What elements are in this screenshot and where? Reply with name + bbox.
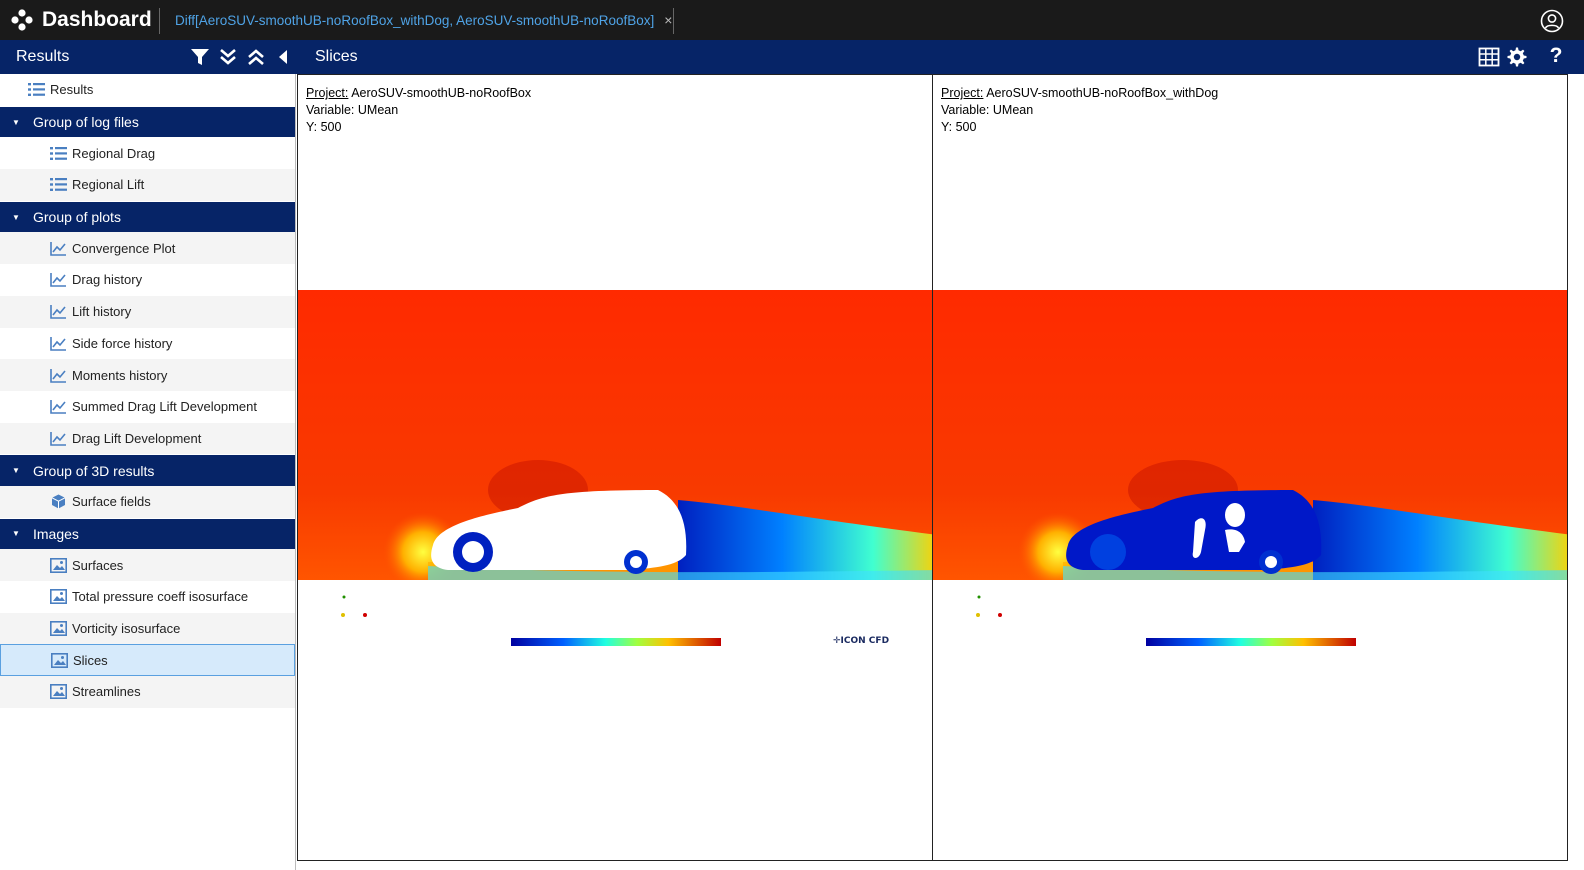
app-title: Dashboard [42, 8, 152, 31]
sidebar-item-label: Summed Drag Lift Development [72, 399, 257, 415]
sidebar-item-lift-history[interactable]: Lift history [0, 295, 295, 328]
slice-image [933, 290, 1567, 650]
panel-info: Project: AeroSUV-smoothUB-noRoofBox Vari… [306, 85, 531, 136]
sidebar-item-vorticity-isosurface[interactable]: Vorticity isosurface [0, 612, 295, 645]
expand-all-icon[interactable] [217, 46, 239, 68]
list-icon [50, 146, 67, 160]
project-label: Project: [306, 86, 349, 100]
svg-text:✛ICON CFD: ✛ICON CFD [833, 636, 889, 646]
sidebar-item-label: Surfaces [72, 557, 124, 573]
sidebar-item-label: Streamlines [72, 684, 141, 700]
group-header-images[interactable]: ▼ Images [0, 517, 295, 550]
account-icon[interactable] [1540, 9, 1564, 33]
project-name: AeroSUV-smoothUB-noRoofBox [351, 86, 532, 100]
panel-info: Project: AeroSUV-smoothUB-noRoofBox_with… [941, 85, 1218, 136]
tab-close-icon[interactable]: × [664, 12, 672, 28]
sidebar-item-summed-drag-lift-development[interactable]: Summed Drag Lift Development [0, 390, 295, 423]
gear-icon[interactable] [1506, 46, 1528, 68]
project-label: Project: [941, 86, 984, 100]
group-header-log-files[interactable]: ▼ Group of log files [0, 105, 295, 138]
caret-down-icon: ▼ [12, 466, 20, 476]
navigation-bar: Results Slices ? [0, 40, 1584, 74]
dashboard-logo-icon [11, 9, 33, 31]
list-icon [50, 178, 67, 192]
sidebar-item-label: Surface fields [72, 494, 151, 510]
group-label: Group of plots [33, 209, 121, 226]
line-chart-icon [50, 431, 66, 446]
sidebar-item-label: Convergence Plot [72, 240, 176, 256]
line-chart-icon [50, 400, 66, 415]
sidebar-item-drag-lift-development[interactable]: Drag Lift Development [0, 422, 295, 455]
sidebar-item-slices[interactable]: Slices [0, 644, 295, 677]
results-panel-title: Results [16, 48, 70, 65]
list-icon [28, 83, 45, 97]
sidebar-item-label: Slices [73, 652, 108, 668]
sidebar-item-side-force-history[interactable]: Side force history [0, 327, 295, 360]
sidebar-item-surface-fields[interactable]: Surface fields [0, 485, 295, 518]
sidebar-item-streamlines[interactable]: Streamlines [0, 676, 295, 708]
caret-down-icon: ▼ [12, 212, 20, 222]
brand[interactable]: Dashboard [10, 0, 152, 40]
sidebar-item-label: Side force history [72, 335, 173, 351]
variable-label: Variable: UMean [306, 103, 399, 117]
divider [673, 8, 674, 34]
sidebar-item-label: Regional Drag [72, 145, 156, 161]
collapse-all-icon[interactable] [245, 46, 267, 68]
sidebar-item-label: Vorticity isosurface [72, 621, 181, 637]
group-header-plots[interactable]: ▼ Group of plots [0, 200, 295, 233]
page-title: Slices [315, 48, 358, 65]
group-label: Images [33, 525, 79, 542]
tab-label[interactable]: Diff[AeroSUV-smoothUB-noRoofBox_withDog,… [175, 13, 654, 28]
diff-tab[interactable]: Diff[AeroSUV-smoothUB-noRoofBox_withDog,… [175, 0, 672, 40]
grid-layout-icon[interactable] [1478, 46, 1500, 68]
y-position-label: Y: 500 [306, 120, 342, 134]
sidebar-item-label: Results [50, 82, 94, 98]
sidebar-item-label: Drag history [72, 272, 143, 288]
image-icon [50, 557, 67, 573]
slice-panel-right[interactable]: Project: AeroSUV-smoothUB-noRoofBox_with… [932, 74, 1568, 861]
sidebar-item-moments-history[interactable]: Moments history [0, 359, 295, 391]
filter-icon[interactable] [189, 46, 211, 68]
project-name: AeroSUV-smoothUB-noRoofBox_withDog [986, 86, 1219, 100]
help-icon[interactable]: ? [1545, 44, 1567, 67]
sidebar-item-regional-lift[interactable]: Regional Lift [0, 169, 295, 201]
cube-icon [51, 494, 66, 509]
sidebar-item-label: Lift history [72, 304, 132, 320]
sidebar-item-label: Moments history [72, 367, 168, 383]
results-sidebar: Results ▼ Group of log files Regional Dr… [0, 74, 296, 870]
y-position-label: Y: 500 [941, 120, 977, 134]
image-icon [51, 652, 68, 668]
collapse-sidebar-icon[interactable] [273, 46, 295, 68]
line-chart-icon [50, 305, 66, 319]
group-header-3d-results[interactable]: ▼ Group of 3D results [0, 454, 295, 486]
caret-down-icon: ▼ [12, 529, 20, 539]
slice-panel-left[interactable]: Project: AeroSUV-smoothUB-noRoofBox Vari… [297, 74, 933, 861]
slice-image: ✛ICON CFD [298, 290, 932, 650]
image-icon [50, 684, 67, 700]
line-chart-icon [50, 273, 66, 288]
line-chart-icon [50, 241, 66, 256]
line-chart-icon [50, 368, 66, 383]
sidebar-item-total-pressure-coeff-isosurface[interactable]: Total pressure coeff isosurface [0, 581, 295, 613]
image-icon [50, 621, 67, 637]
image-icon [50, 589, 67, 605]
sidebar-item-label: Total pressure coeff isosurface [72, 589, 249, 605]
sidebar-item-surfaces[interactable]: Surfaces [0, 549, 295, 581]
sidebar-item-results-root[interactable]: Results [0, 74, 295, 106]
caret-down-icon: ▼ [12, 117, 20, 127]
sidebar-item-label: Drag Lift Development [72, 430, 202, 446]
line-chart-icon [50, 336, 66, 351]
sidebar-item-label: Regional Lift [72, 177, 145, 193]
sidebar-item-drag-history[interactable]: Drag history [0, 264, 295, 296]
sidebar-item-convergence-plot[interactable]: Convergence Plot [0, 232, 295, 265]
group-label: Group of log files [33, 114, 139, 131]
top-bar: Dashboard Diff[AeroSUV-smoothUB-noRoofBo… [0, 0, 1584, 40]
group-label: Group of 3D results [33, 462, 155, 479]
sidebar-item-regional-drag[interactable]: Regional Drag [0, 137, 295, 170]
divider [159, 8, 160, 34]
variable-label: Variable: UMean [941, 103, 1034, 117]
